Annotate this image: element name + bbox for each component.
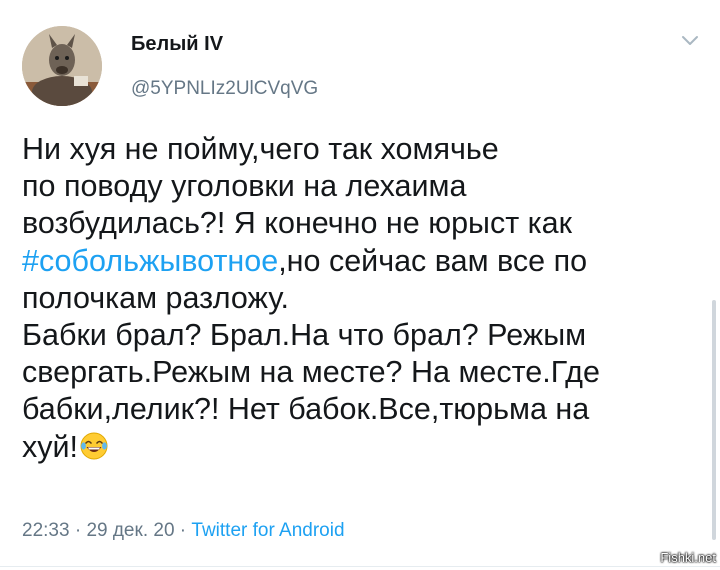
tweet-line: по поводу уголовки на лехаима [22, 168, 692, 205]
hashtag-link[interactable]: #собольжывотное [22, 244, 278, 278]
tears-of-joy-emoji [80, 432, 108, 460]
tweet-text-segment: полочкам разложу. [22, 280, 289, 315]
scrollbar[interactable] [712, 300, 716, 540]
tweet-date[interactable]: 29 дек. 20 [86, 520, 174, 541]
avatar-image [22, 26, 102, 106]
tweet-text-segment: ,но сейчас вам все по [278, 243, 588, 278]
tweet-line: свергать.Режым на месте? На месте.Где [22, 354, 692, 391]
chevron-down-icon[interactable] [680, 34, 700, 48]
meta-separator: · [74, 520, 82, 541]
tweet-meta: 22:33 · 29 дек. 20 · Twitter for Android [22, 520, 345, 542]
tweet-line: полочкам разложу. [22, 280, 692, 317]
tweet-text-segment: свергать.Режым на месте? На месте.Где [22, 355, 600, 390]
tweet-line: возбудилась?! Я конечно не юрыст как [22, 205, 692, 242]
tweet-line: хуй! [22, 429, 692, 466]
tweet-line: бабки,лелик?! Нет бабок.Все,тюрьма на [22, 391, 692, 428]
meta-separator: · [179, 520, 187, 541]
tweet-line: Бабки брал? Брал.На что брал? Режым [22, 317, 692, 354]
avatar[interactable] [22, 26, 102, 106]
tweet-line: #собольжывотное,но сейчас вам все по [22, 243, 692, 280]
tweet-text-segment: Бабки брал? Брал.На что брал? Режым [22, 318, 587, 353]
tweet-text-segment: возбудилась?! Я конечно не юрыст как [22, 206, 572, 241]
user-handle[interactable]: @5YPNLIz2UlCVqVG [131, 78, 318, 100]
divider [0, 566, 720, 567]
tweet-source-link[interactable]: Twitter for Android [191, 520, 344, 541]
display-name[interactable]: Белый IV [131, 33, 223, 56]
tweet-text-segment: бабки,лелик?! Нет бабок.Все,тюрьма на [22, 392, 590, 427]
tweet-text: Ни хуя не пойму,чего так хомячье по повод… [22, 131, 692, 466]
tweet-text-segment: хуй! [22, 429, 79, 464]
tweet-text-segment: по поводу уголовки на лехаима [22, 169, 467, 204]
tweet-line: Ни хуя не пойму,чего так хомячье [22, 131, 692, 168]
tweet-text-segment: Ни хуя не пойму,чего так хомячье [22, 132, 499, 166]
watermark: Fishki.net [660, 550, 716, 565]
tweet-time[interactable]: 22:33 [22, 520, 70, 541]
